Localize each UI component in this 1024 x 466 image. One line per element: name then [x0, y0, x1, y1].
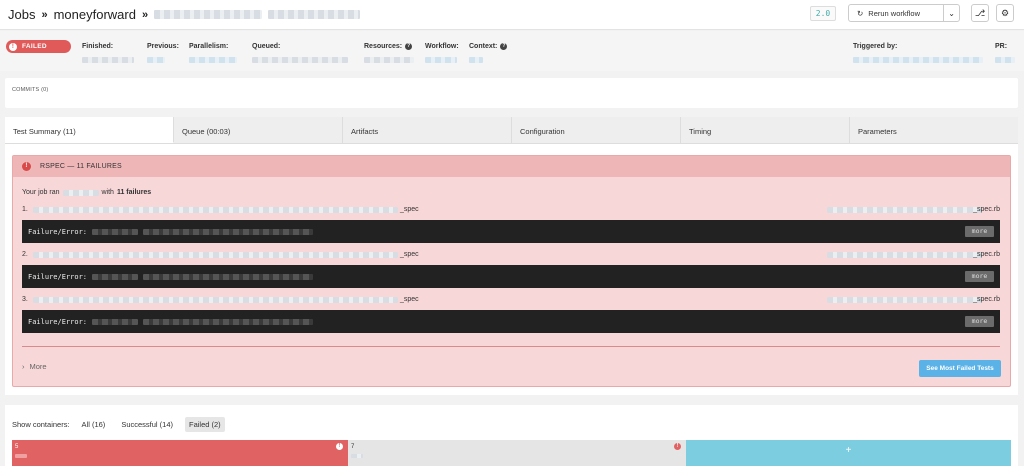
breadcrumb-separator: » [141, 8, 149, 21]
rspec-title: RSPEC — 11 FAILURES [40, 163, 122, 170]
triggered-by-label: Triggered by: [853, 43, 898, 50]
tab-configuration[interactable]: Configuration [512, 117, 681, 143]
settings-button[interactable]: ⚙ [996, 4, 1014, 22]
tab-test-summary[interactable]: Test Summary (11) [5, 117, 174, 143]
more-button[interactable]: more [965, 226, 994, 237]
show-containers-label: Show containers: [12, 420, 70, 429]
alert-icon: ! [22, 162, 31, 171]
more-button[interactable]: more [965, 271, 994, 282]
resources-label: Resources: ? [364, 43, 413, 50]
failure-file-path[interactable] [827, 252, 982, 258]
rspec-failures-box: ! RSPEC — 11 FAILURES Your job ran with … [12, 155, 1011, 387]
workflow-label: Workflow: [425, 43, 459, 50]
refresh-icon: ↻ [857, 8, 864, 18]
failure-item: 3. _spec _spec.rb [22, 296, 1000, 303]
parallelism-value[interactable] [189, 57, 237, 63]
help-icon[interactable]: ? [405, 43, 413, 50]
parallelism-label: Parallelism: [189, 43, 229, 50]
alert-icon: ! [674, 443, 681, 450]
test-results-panel: Test Summary (11) Queue (00:03) Artifact… [5, 117, 1018, 395]
queued-value [252, 57, 348, 63]
commits-label: COMMITS (0) [12, 87, 49, 93]
git-branch-icon: ⎇ [974, 7, 986, 18]
tab-artifacts[interactable]: Artifacts [343, 117, 512, 143]
version-badge: 2.0 [810, 6, 836, 21]
filter-all[interactable]: All (16) [78, 417, 110, 432]
failure-error-block: Failure/Error: more [22, 265, 1000, 288]
breadcrumb: Jobs » moneyforward » [8, 7, 361, 22]
divider [22, 346, 1000, 347]
git-branch-button[interactable]: ⎇ [971, 4, 989, 22]
failure-error-block: Failure/Error: more [22, 220, 1000, 243]
breadcrumb-job-redacted [268, 10, 361, 19]
tab-queue[interactable]: Queue (00:03) [174, 117, 343, 143]
status-badge: ! FAILED [6, 40, 71, 53]
help-icon[interactable]: ? [500, 43, 508, 50]
rerun-workflow-button[interactable]: ↻ Rerun workflow ⌄ [848, 4, 960, 22]
pr-label: PR: [995, 43, 1008, 50]
triggered-by-value[interactable] [853, 57, 983, 63]
containers-section: Show containers: All (16) Successful (14… [5, 405, 1018, 466]
failure-file-path[interactable] [827, 297, 982, 303]
failure-test-name[interactable] [33, 207, 398, 213]
filter-failed[interactable]: Failed (2) [185, 417, 225, 432]
previous-label: Previous: [147, 43, 179, 50]
filter-successful[interactable]: Successful (14) [117, 417, 177, 432]
context-label: Context: ? [469, 43, 508, 50]
rspec-header: ! RSPEC — 11 FAILURES [13, 156, 1010, 177]
more-button[interactable]: more [965, 316, 994, 327]
job-summary-line: Your job ran with 11 failures [22, 189, 152, 196]
workflow-value[interactable] [425, 57, 457, 63]
top-bar: Jobs » moneyforward » 2.0 ↻ Rerun workfl… [0, 0, 1024, 30]
rerun-label: Rerun workflow [868, 8, 920, 18]
container-bar[interactable]: 7 ! [348, 440, 686, 466]
breadcrumb-separator: » [41, 8, 48, 21]
alert-icon: ! [336, 443, 343, 450]
redacted-count [62, 189, 99, 196]
container-bar[interactable]: 5 ! [12, 440, 348, 466]
tab-timing[interactable]: Timing [681, 117, 850, 143]
gear-icon: ⚙ [1000, 7, 1010, 18]
see-most-failed-tests-button[interactable]: See Most Failed Tests [919, 360, 1001, 377]
rerun-dropdown-caret[interactable]: ⌄ [943, 5, 959, 21]
failure-test-name[interactable] [33, 252, 398, 258]
finished-label: Finished: [82, 43, 114, 50]
more-failures-link[interactable]: › More [22, 362, 47, 371]
context-value[interactable] [469, 57, 483, 63]
failure-file-path[interactable] [827, 207, 982, 213]
job-meta-row: ! FAILED Finished: Previous: Parallelism… [0, 31, 1024, 71]
breadcrumb-branch-redacted[interactable] [154, 10, 263, 19]
resources-value [364, 57, 414, 63]
tab-parameters[interactable]: Parameters [850, 117, 1018, 143]
failure-item: 2. _spec _spec.rb [22, 251, 1000, 258]
chevron-right-icon: › [22, 362, 25, 371]
failure-error-block: Failure/Error: more [22, 310, 1000, 333]
previous-value[interactable] [147, 57, 165, 63]
breadcrumb-jobs[interactable]: Jobs [8, 7, 35, 22]
failure-item: 1. _spec _spec.rb [22, 206, 1000, 213]
finished-value [82, 57, 134, 63]
commits-section[interactable]: COMMITS (0) [5, 78, 1018, 108]
queued-label: Queued: [252, 43, 281, 50]
breadcrumb-project[interactable]: moneyforward [54, 7, 136, 22]
add-container-button[interactable]: + [686, 440, 1011, 466]
pr-value[interactable] [995, 57, 1015, 63]
container-filters: Show containers: All (16) Successful (14… [12, 417, 225, 432]
failure-test-name[interactable] [33, 297, 398, 303]
alert-icon: ! [9, 42, 17, 51]
tab-bar: Test Summary (11) Queue (00:03) Artifact… [5, 117, 1018, 144]
status-text: FAILED [22, 43, 47, 50]
